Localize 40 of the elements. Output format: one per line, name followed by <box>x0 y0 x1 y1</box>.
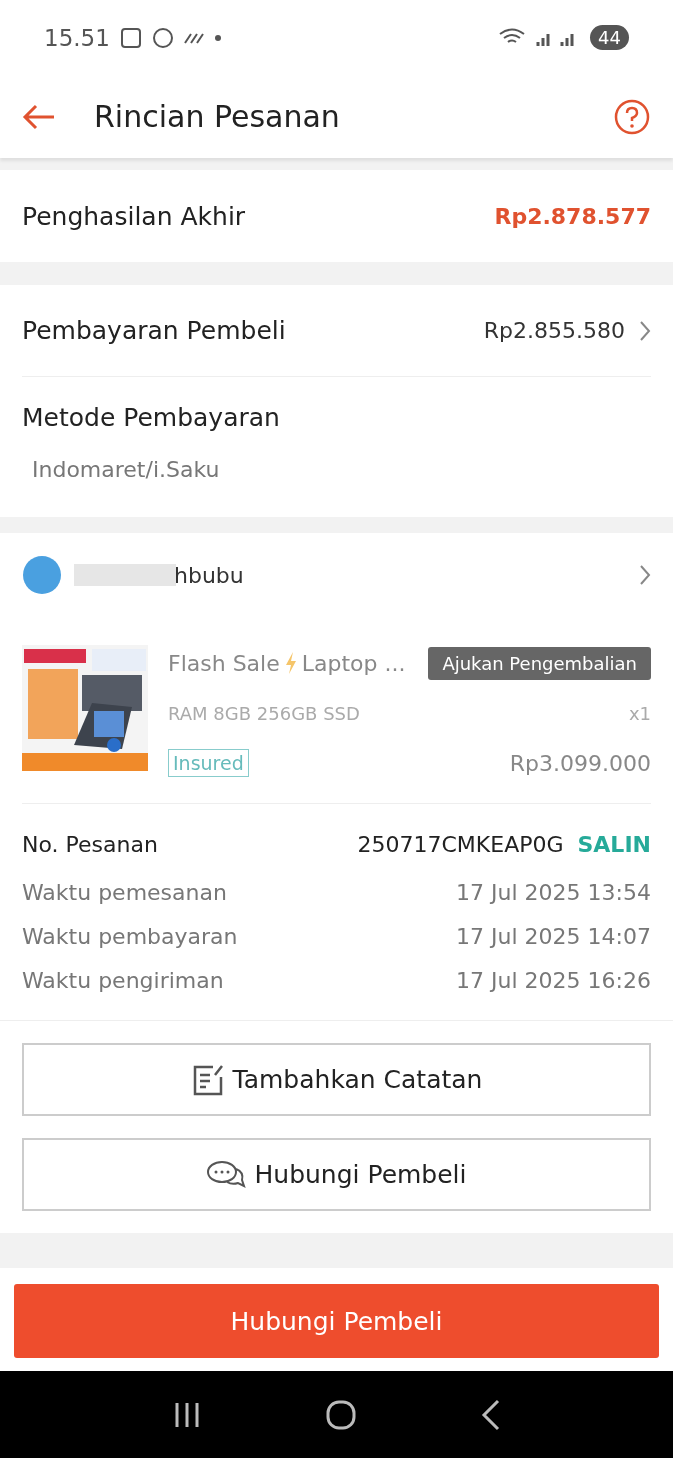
info-label: Waktu pembayaran <box>22 923 238 949</box>
product-quantity: x1 <box>628 702 651 724</box>
info-value: 17 Jul 2025 14:07 <box>456 923 651 949</box>
info-value: 17 Jul 2025 16:26 <box>456 967 651 993</box>
earnings-label: Penghasilan Akhir <box>22 201 246 231</box>
slashes-icon <box>183 31 204 44</box>
payment-amount[interactable]: Rp2.855.580 <box>483 318 625 343</box>
payment-label: Pembayaran Pembeli <box>22 316 286 345</box>
product-title: Flash Sale <box>168 650 280 676</box>
back-icon[interactable] <box>479 1398 502 1431</box>
payment-method: Indomaret/i.Saku <box>31 457 221 484</box>
order-number: 250717CMKEAP0G <box>357 831 564 857</box>
insured-tag: Insured <box>168 749 249 777</box>
status-time: 15.51 <box>44 24 110 51</box>
order-number-label: No. Pesanan <box>22 831 158 857</box>
buyer-name[interactable]: hbubu <box>174 562 244 588</box>
return-request-button[interactable]: Ajukan Pengembalian <box>428 646 651 680</box>
avatar <box>22 555 62 595</box>
battery-level: 44 <box>590 25 629 50</box>
chevron-right-icon <box>639 319 651 342</box>
info-label: Waktu pemesanan <box>22 879 227 905</box>
screenshot-icon <box>119 26 142 49</box>
chat-icon <box>206 1158 247 1191</box>
product-title-rest: Laptop ... <box>301 650 406 676</box>
product-variant: RAM 8GB 256GB SSD <box>168 702 360 724</box>
method-label: Metode Pembayaran <box>22 402 280 432</box>
dot-icon <box>213 33 222 42</box>
chevron-right-icon <box>639 564 651 586</box>
add-note-button[interactable]: Tambahkan Catatan <box>22 1043 651 1116</box>
back-arrow-icon[interactable] <box>22 103 56 130</box>
page-title: Rincian Pesanan <box>94 99 341 134</box>
contact-buyer-button[interactable]: Hubungi Pembeli <box>14 1284 659 1358</box>
info-label: Waktu pengiriman <box>22 967 224 993</box>
lightning-icon <box>283 651 298 675</box>
home-icon[interactable] <box>324 1398 357 1431</box>
earnings-amount: Rp2.878.577 <box>494 203 651 229</box>
contact-buyer-button[interactable]: Hubungi Pembeli <box>22 1138 651 1211</box>
product-price: Rp3.099.000 <box>509 750 651 776</box>
info-value: 17 Jul 2025 13:54 <box>456 879 651 905</box>
help-icon[interactable] <box>613 97 651 136</box>
